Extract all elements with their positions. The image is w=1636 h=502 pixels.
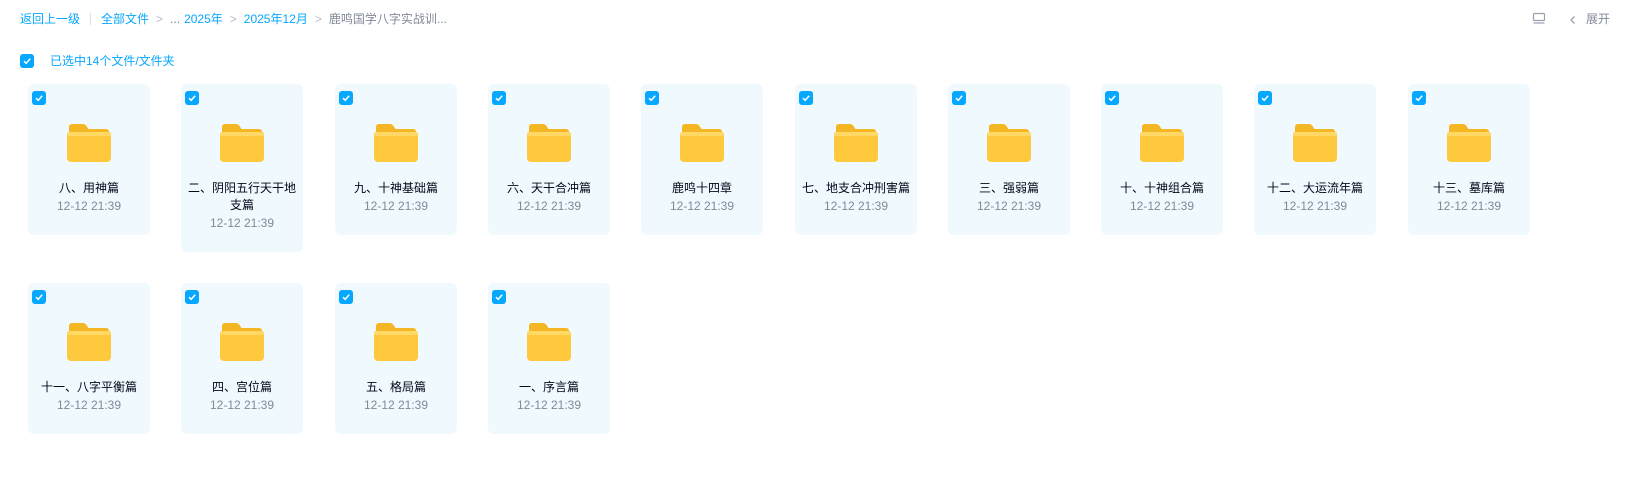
folder-checkbox[interactable] — [32, 91, 46, 105]
list-layout-icon[interactable] — [1532, 12, 1546, 26]
folder-icon — [679, 123, 725, 163]
folder-checkbox[interactable] — [339, 91, 353, 105]
folder-modified-time: 12-12 21:39 — [56, 199, 122, 213]
folder-name: 七、地支合冲刑害篇 — [801, 181, 910, 195]
folder-card[interactable]: 鹿鸣十四章 12-12 21:39 — [641, 84, 763, 235]
folder-card[interactable]: 八、用神篇 12-12 21:39 — [28, 84, 150, 235]
chevron-left-icon[interactable] — [1568, 14, 1578, 24]
folder-modified-time: 12-12 21:39 — [1129, 199, 1195, 213]
folder-modified-time: 12-12 21:39 — [209, 398, 275, 412]
folder-card[interactable]: 十一、八字平衡篇 12-12 21:39 — [28, 283, 150, 434]
select-all-checkbox[interactable] — [20, 53, 34, 68]
folder-name: 五、格局篇 — [365, 380, 426, 394]
folder-icon — [833, 123, 879, 163]
folder-name: 十、十神组合篇 — [1119, 181, 1204, 195]
right-tools: 展开 — [1532, 10, 1610, 27]
breadcrumb-item-month[interactable]: 2025年12月 — [244, 10, 308, 27]
breadcrumb-separator-icon: > — [156, 11, 164, 26]
breadcrumb-ellipsis[interactable]: ... — [170, 12, 180, 26]
folder-card[interactable]: 三、强弱篇 12-12 21:39 — [948, 84, 1070, 235]
folder-name: 一、序言篇 — [518, 380, 579, 394]
folder-name: 鹿鸣十四章 — [671, 181, 732, 195]
folder-checkbox[interactable] — [799, 91, 813, 105]
folder-card[interactable]: 十二、大运流年篇 12-12 21:39 — [1254, 84, 1376, 235]
folder-card[interactable]: 十、十神组合篇 12-12 21:39 — [1101, 84, 1223, 235]
folder-icon — [526, 322, 572, 362]
folder-card[interactable]: 十三、墓库篇 12-12 21:39 — [1408, 84, 1530, 235]
folder-icon — [219, 322, 265, 362]
folder-modified-time: 12-12 21:39 — [209, 216, 275, 230]
folder-name: 十一、八字平衡篇 — [40, 380, 137, 394]
breadcrumb-separator-icon: > — [314, 11, 322, 26]
folder-card[interactable]: 六、天干合冲篇 12-12 21:39 — [488, 84, 610, 235]
folder-name: 八、用神篇 — [58, 181, 119, 195]
folder-name: 六、天干合冲篇 — [506, 181, 591, 195]
folder-card[interactable]: 五、格局篇 12-12 21:39 — [335, 283, 457, 434]
expand-button[interactable]: 展开 — [1586, 10, 1610, 27]
folder-checkbox[interactable] — [185, 91, 199, 105]
folder-icon — [1139, 123, 1185, 163]
folder-checkbox[interactable] — [339, 290, 353, 304]
folder-modified-time: 12-12 21:39 — [516, 199, 582, 213]
selection-count-text: 已选中14个文件/文件夹 — [50, 54, 175, 68]
folder-icon — [219, 123, 265, 163]
folder-icon — [373, 123, 419, 163]
breadcrumb-separator-icon: > — [229, 11, 237, 26]
folder-modified-time: 12-12 21:39 — [1282, 199, 1348, 213]
folder-name: 四、宫位篇 — [211, 380, 272, 394]
folder-icon — [986, 123, 1032, 163]
folder-checkbox[interactable] — [492, 91, 506, 105]
folder-name: 十二、大运流年篇 — [1266, 181, 1363, 195]
folder-card[interactable]: 四、宫位篇 12-12 21:39 — [181, 283, 303, 434]
folder-checkbox[interactable] — [1258, 91, 1272, 105]
folder-checkbox[interactable] — [1412, 91, 1426, 105]
folder-name: 九、十神基础篇 — [353, 181, 438, 195]
folder-modified-time: 12-12 21:39 — [976, 199, 1042, 213]
breadcrumb-divider — [90, 12, 92, 25]
breadcrumb: 返回上一级 全部文件 > ... 2025年 > 2025年12月 > 鹿鸣国学… — [20, 10, 447, 27]
folder-icon — [373, 322, 419, 362]
folder-checkbox[interactable] — [952, 91, 966, 105]
breadcrumb-item-year[interactable]: 2025年 — [184, 10, 223, 27]
folder-card[interactable]: 二、阴阳五行天干地支篇 12-12 21:39 — [181, 84, 303, 252]
folder-icon — [66, 322, 112, 362]
select-all-row: 已选中14个文件/文件夹 — [20, 52, 175, 69]
folder-name: 三、强弱篇 — [978, 181, 1039, 195]
folder-modified-time: 12-12 21:39 — [1436, 199, 1502, 213]
folder-modified-time: 12-12 21:39 — [363, 398, 429, 412]
back-link[interactable]: 返回上一级 — [20, 10, 80, 27]
folder-modified-time: 12-12 21:39 — [56, 398, 122, 412]
folder-card[interactable]: 九、十神基础篇 12-12 21:39 — [335, 84, 457, 235]
folder-checkbox[interactable] — [1105, 91, 1119, 105]
folder-checkbox[interactable] — [492, 290, 506, 304]
folder-checkbox[interactable] — [185, 290, 199, 304]
folder-checkbox[interactable] — [32, 290, 46, 304]
folder-modified-time: 12-12 21:39 — [669, 199, 735, 213]
folder-icon — [66, 123, 112, 163]
folder-card[interactable]: 一、序言篇 12-12 21:39 — [488, 283, 610, 434]
top-bar: 返回上一级 全部文件 > ... 2025年 > 2025年12月 > 鹿鸣国学… — [0, 0, 1636, 38]
folder-icon — [1292, 123, 1338, 163]
folder-icon — [1446, 123, 1492, 163]
folder-modified-time: 12-12 21:39 — [363, 199, 429, 213]
folder-icon — [526, 123, 572, 163]
folder-name: 二、阴阳五行天干地支篇 — [187, 181, 296, 212]
breadcrumb-current: 鹿鸣国学八字实战训... — [328, 12, 447, 26]
folder-checkbox[interactable] — [645, 91, 659, 105]
folder-modified-time: 12-12 21:39 — [823, 199, 889, 213]
folder-card[interactable]: 七、地支合冲刑害篇 12-12 21:39 — [795, 84, 917, 235]
breadcrumb-all-files[interactable]: 全部文件 — [101, 10, 149, 27]
folder-name: 十三、墓库篇 — [1432, 181, 1505, 195]
folder-modified-time: 12-12 21:39 — [516, 398, 582, 412]
